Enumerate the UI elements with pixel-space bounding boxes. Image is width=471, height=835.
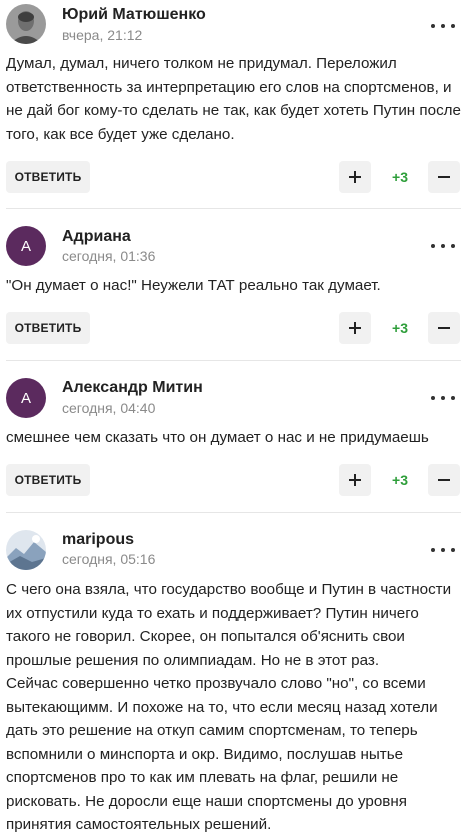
- more-dots-icon: [431, 244, 435, 248]
- comment-divider: [6, 360, 461, 361]
- plus-icon: [349, 322, 361, 334]
- comment-author[interactable]: Юрий Матюшенко: [62, 6, 206, 24]
- comment-text: "Он думает о нас!" Неужели ТАТ реально т…: [6, 277, 381, 294]
- reply-button[interactable]: ОТВЕТИТЬ: [6, 464, 90, 496]
- comment-author[interactable]: Адриана: [62, 228, 131, 246]
- comment-time: вчера, 21:12: [62, 27, 143, 43]
- comment-text: смешнее чем сказать что он думает о нас …: [6, 429, 429, 446]
- downvote-button[interactable]: [428, 161, 460, 193]
- upvote-button[interactable]: [339, 312, 371, 344]
- minus-icon: [438, 479, 450, 481]
- comment-text: Думал, думал, ничего толком не придумал.…: [6, 55, 461, 143]
- comment-divider: [6, 208, 461, 209]
- minus-icon: [438, 176, 450, 178]
- more-options-button[interactable]: [431, 540, 455, 560]
- comment-time: сегодня, 05:16: [62, 551, 156, 567]
- plus-icon: [349, 474, 361, 486]
- more-dots-icon: [431, 548, 435, 552]
- downvote-button[interactable]: [428, 312, 460, 344]
- vote-score: +3: [392, 169, 408, 185]
- comment-divider: [6, 512, 461, 513]
- avatar[interactable]: [6, 4, 46, 44]
- upvote-button[interactable]: [339, 464, 371, 496]
- plus-icon: [349, 171, 361, 183]
- comment-time: сегодня, 04:40: [62, 400, 156, 416]
- avatar[interactable]: [6, 530, 46, 570]
- comment-text-continued: Сейчас совершенно четко прозвучало слово…: [6, 675, 438, 833]
- more-options-button[interactable]: [431, 16, 455, 36]
- comment-text: С чего она взяла, что государство вообще…: [6, 581, 452, 669]
- avatar[interactable]: А: [6, 226, 46, 266]
- vote-score: +3: [392, 320, 408, 336]
- comment-time: сегодня, 01:36: [62, 248, 156, 264]
- user-photo-icon: [6, 530, 46, 570]
- reply-button[interactable]: ОТВЕТИТЬ: [6, 161, 90, 193]
- more-dots-icon: [431, 396, 435, 400]
- user-photo-icon: [6, 4, 46, 44]
- vote-score: +3: [392, 472, 408, 488]
- comment-author[interactable]: maripous: [62, 531, 134, 549]
- upvote-button[interactable]: [339, 161, 371, 193]
- minus-icon: [438, 327, 450, 329]
- more-options-button[interactable]: [431, 388, 455, 408]
- more-options-button[interactable]: [431, 236, 455, 256]
- downvote-button[interactable]: [428, 464, 460, 496]
- more-dots-icon: [431, 24, 435, 28]
- reply-button[interactable]: ОТВЕТИТЬ: [6, 312, 90, 344]
- avatar[interactable]: А: [6, 378, 46, 418]
- comment-author[interactable]: Александр Митин: [62, 379, 203, 397]
